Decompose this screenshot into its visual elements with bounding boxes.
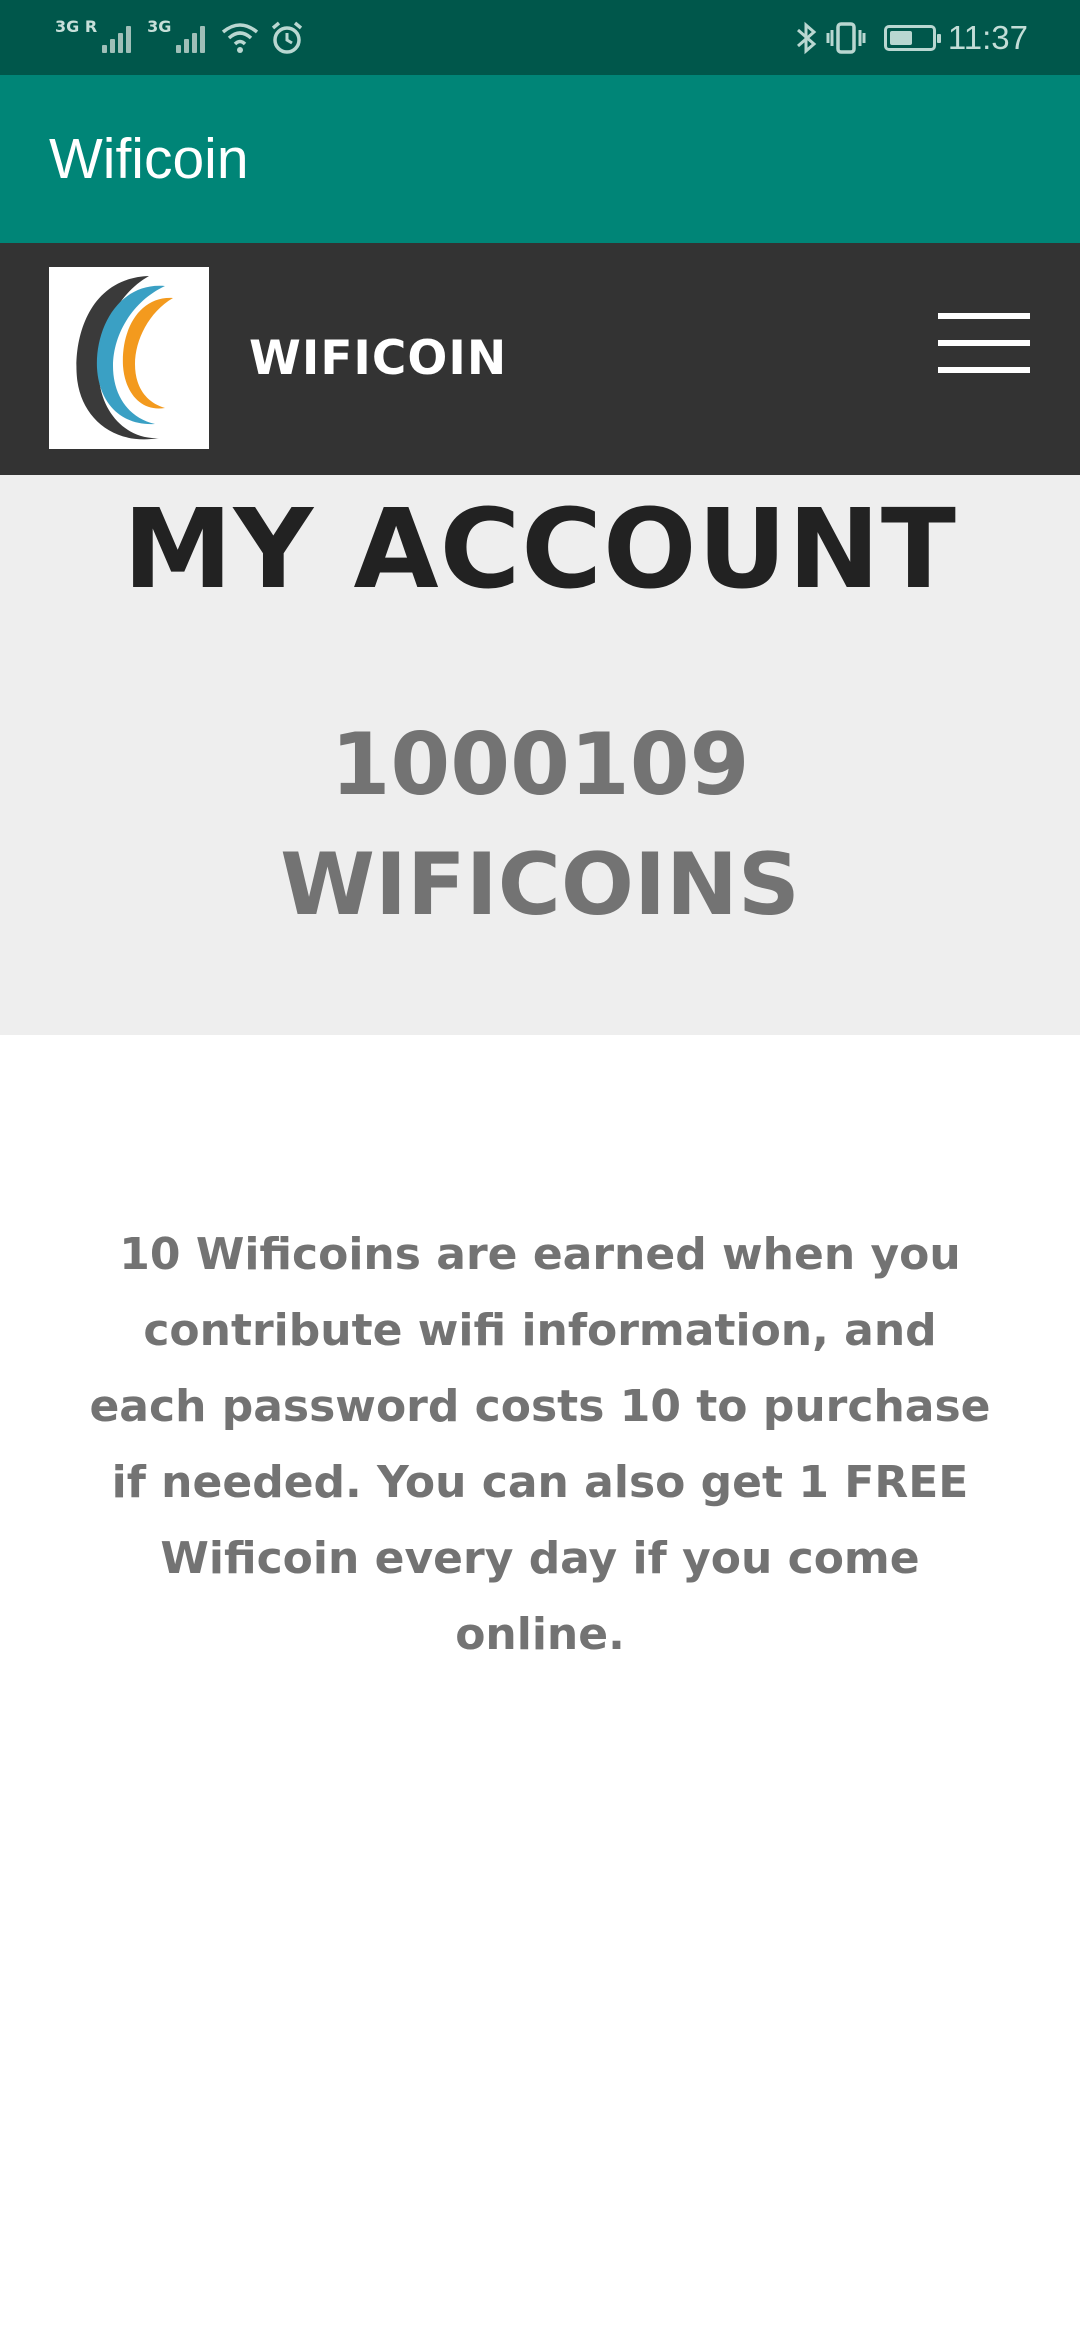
balance-amount: 1000109 <box>330 715 750 815</box>
signal-icon <box>99 23 132 53</box>
menu-line <box>938 313 1030 319</box>
signal-icon <box>173 23 206 53</box>
balance-unit: WIFICOINS <box>280 835 800 935</box>
coin-balance: 1000109 WIFICOINS <box>0 705 1080 945</box>
wificoin-logo-icon <box>76 276 173 440</box>
network-type-label: 3G <box>147 16 172 36</box>
signal-sim1: 3G R <box>55 17 132 53</box>
status-left: 3G R 3G <box>55 17 305 56</box>
info-text: 10 Wificoins are earned when you contrib… <box>89 1229 991 1660</box>
signal-sim2: 3G <box>147 17 206 53</box>
menu-line <box>938 340 1030 346</box>
wifi-icon <box>222 22 259 53</box>
hamburger-menu-icon[interactable] <box>938 313 1030 373</box>
site-navbar: WIFICOIN <box>0 243 1080 475</box>
status-time: 11:37 <box>947 18 1028 56</box>
app-bar: Wificoin <box>0 75 1080 243</box>
vibrate-icon <box>826 21 866 54</box>
site-name[interactable]: WIFICOIN <box>249 331 507 386</box>
battery-icon <box>883 24 941 51</box>
menu-line <box>938 367 1030 373</box>
status-bar: 3G R 3G 11:37 <box>0 0 1080 75</box>
wificoin-logo[interactable] <box>49 267 209 449</box>
status-right: 11:37 <box>794 19 1028 57</box>
bluetooth-icon <box>796 21 817 54</box>
account-hero: MY ACCOUNT 1000109 WIFICOINS <box>0 475 1080 1035</box>
alarm-icon <box>272 21 303 54</box>
page-title: MY ACCOUNT <box>123 485 957 613</box>
network-type-label: 3G R <box>55 16 98 36</box>
app-title: Wificoin <box>49 127 249 191</box>
